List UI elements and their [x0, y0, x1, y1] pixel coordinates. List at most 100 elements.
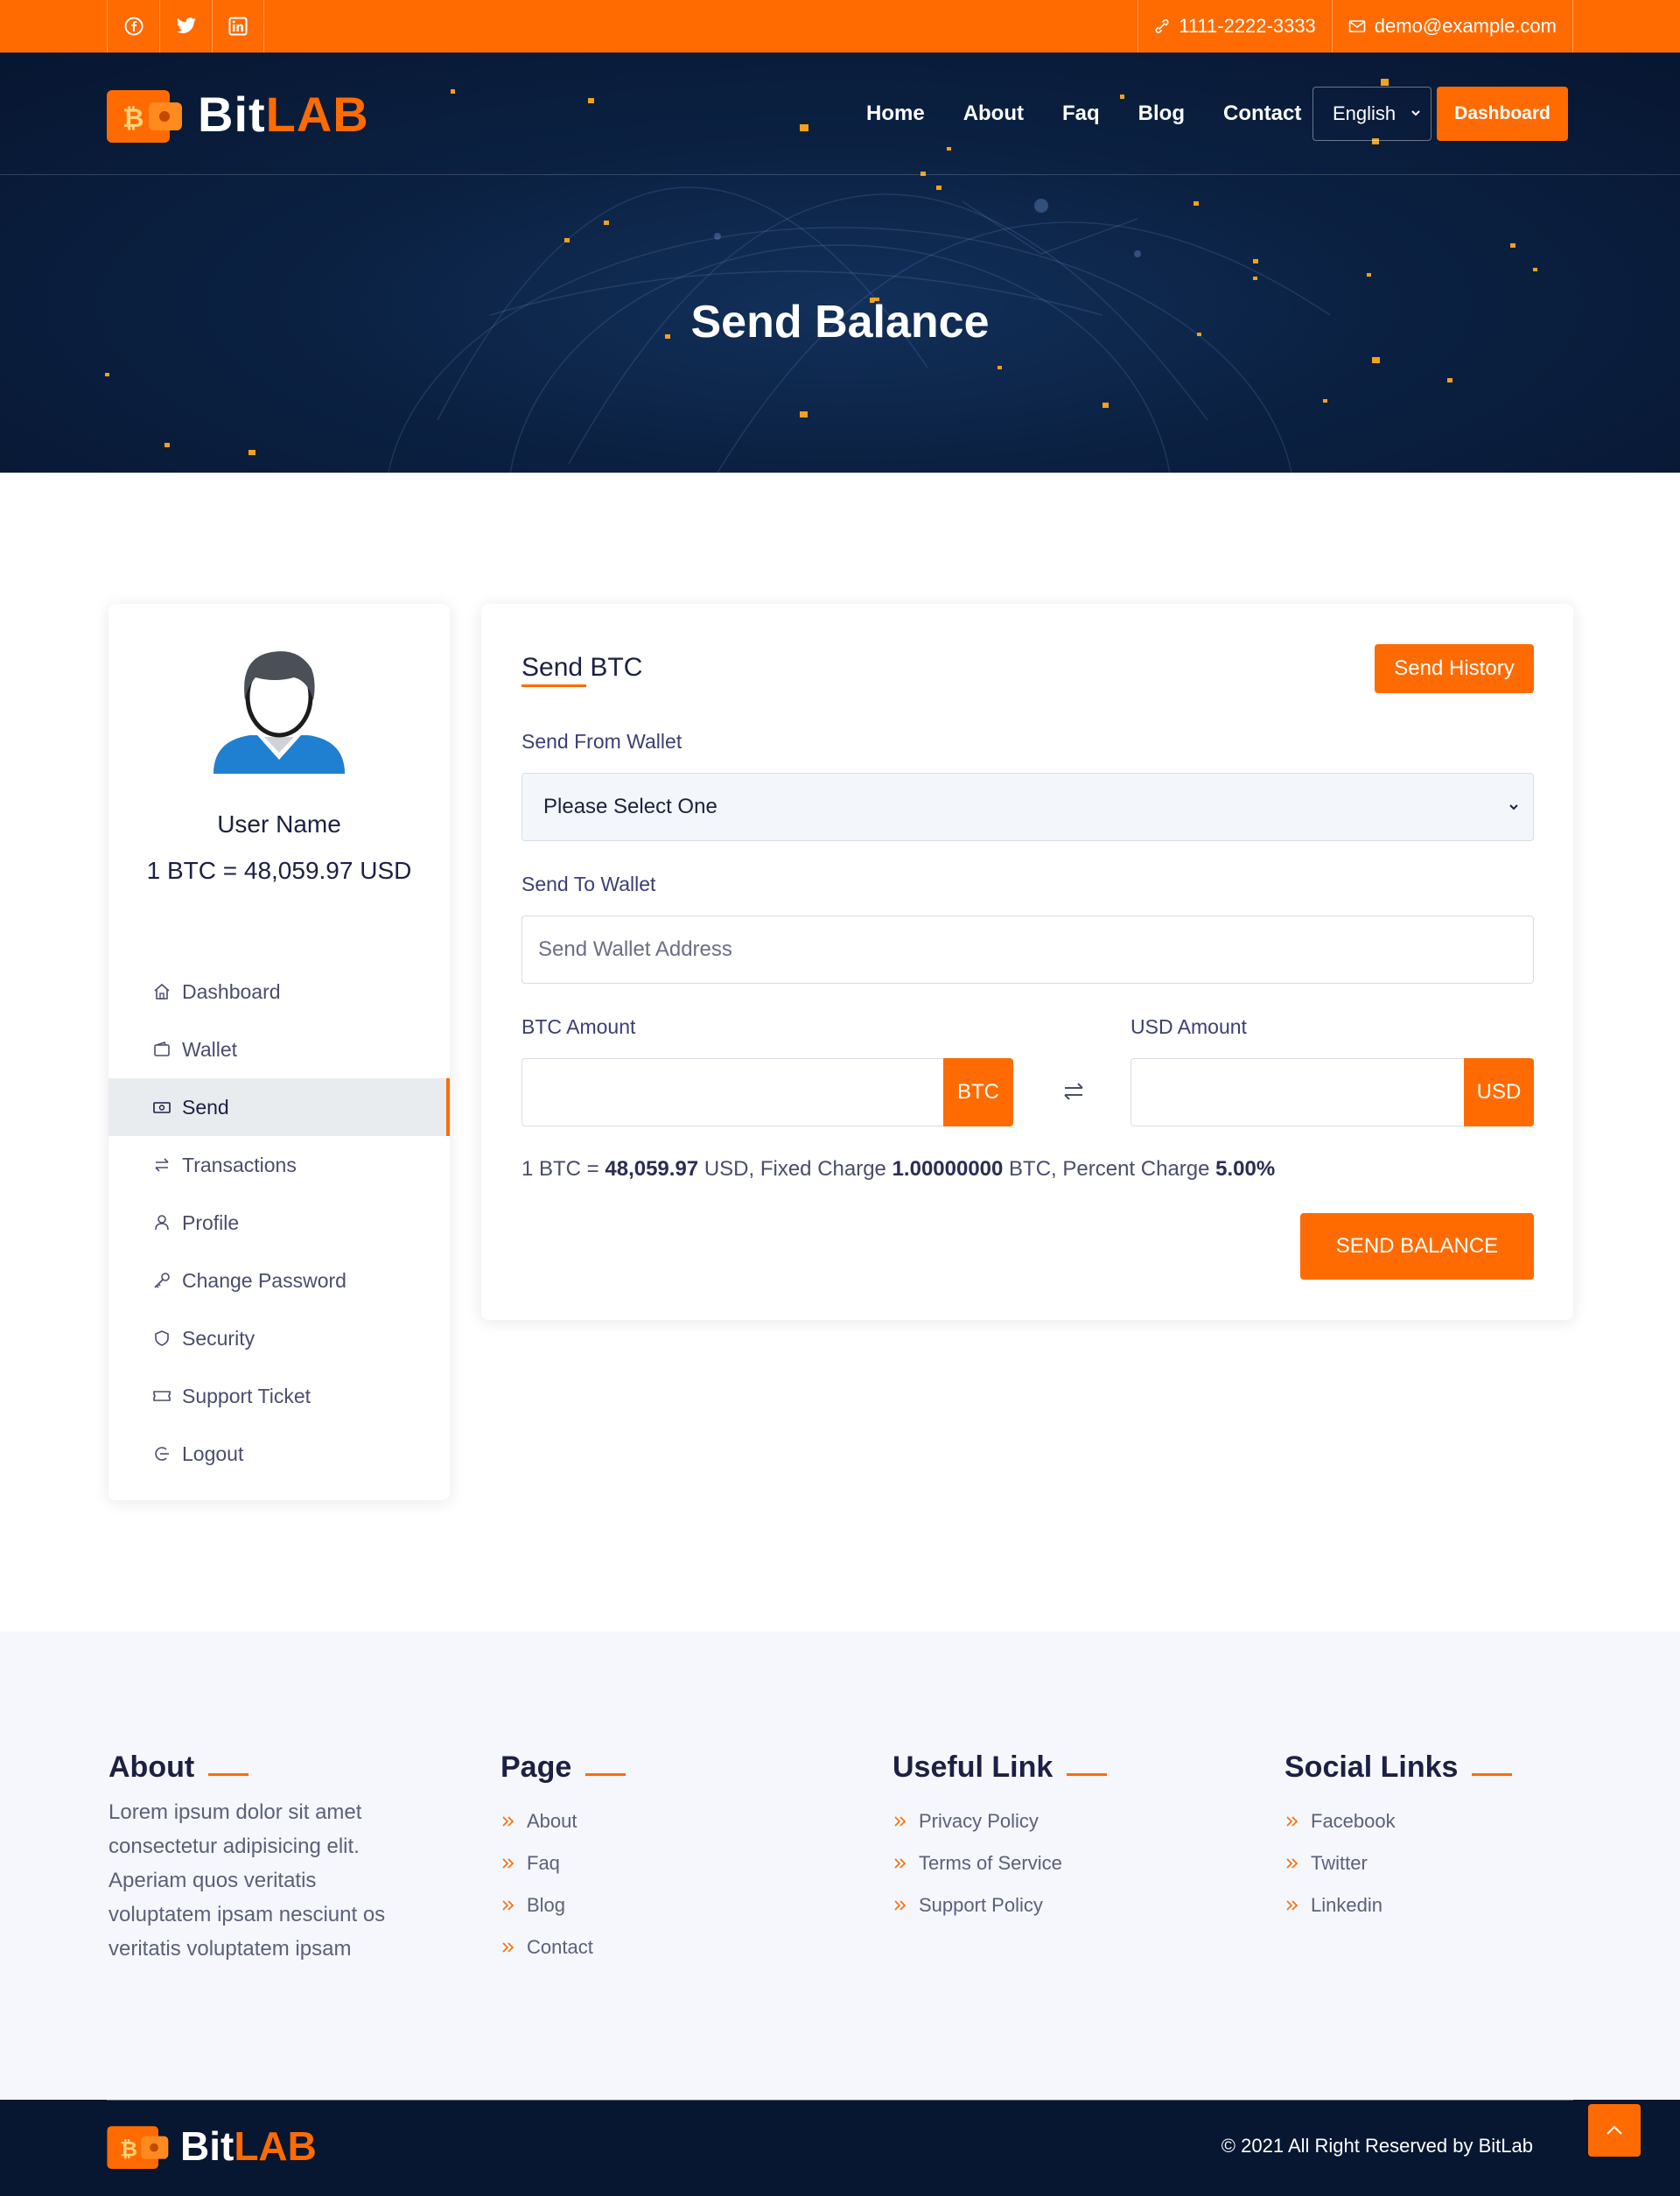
card-title: Send BTC [522, 653, 643, 682]
nav-menu: Home About Faq Blog Contact [866, 88, 1340, 140]
phone-link[interactable]: 1111-2222-3333 [1138, 0, 1332, 53]
charge-info-fixed: 1.00000000 [892, 1157, 1004, 1181]
charge-info: 1 BTC = 48,059.97 USD, Fixed Charge 1.00… [522, 1157, 1275, 1182]
btc-amount-group: BTC [522, 1058, 1013, 1126]
sidebar-item-label: Wallet [182, 1037, 238, 1061]
linkedin-link[interactable] [212, 0, 264, 53]
double-chevron-right-icon [502, 1900, 514, 1911]
send-history-button[interactable]: Send History [1375, 644, 1534, 693]
sidebar-item-security[interactable]: Security [108, 1309, 450, 1367]
footer-link-terms[interactable]: Terms of Service [892, 1842, 1107, 1884]
double-chevron-right-icon [502, 1816, 514, 1827]
email-address: demo@example.com [1374, 15, 1557, 37]
sidebar-item-change-password[interactable]: Change Password [108, 1252, 450, 1309]
brand-name-second: LAB [265, 87, 369, 142]
facebook-link[interactable] [107, 0, 159, 53]
footer-about-text: Lorem ipsum dolor sit amet consectetur a… [108, 1800, 386, 1961]
sidebar-item-transactions[interactable]: Transactions [108, 1136, 450, 1194]
nav-about[interactable]: About [963, 102, 1024, 126]
sidebar-item-label: Logout [182, 1442, 244, 1465]
sidebar-item-label: Transactions [182, 1153, 297, 1176]
nav-contact[interactable]: Contact [1223, 102, 1301, 126]
footer-page-list: About Faq Blog Contact [500, 1800, 626, 1968]
footer-page-title: Page [500, 1750, 626, 1785]
charge-info-mid1: USD, Fixed Charge [698, 1157, 892, 1181]
send-wallet-address-input[interactable] [522, 916, 1534, 984]
footer-about-title: About [108, 1750, 424, 1785]
usd-amount-label: USD Amount [1130, 1015, 1247, 1038]
nav-faq[interactable]: Faq [1062, 102, 1100, 126]
twitter-icon [176, 18, 196, 33]
send-to-label: Send To Wallet [522, 873, 656, 895]
email-link[interactable]: demo@example.com [1331, 0, 1573, 53]
hero-banner: ₿ BitLAB Home About Faq Blog Contact Eng… [0, 53, 1680, 473]
sidebar-item-profile[interactable]: Profile [108, 1194, 450, 1252]
footer-link-support-policy[interactable]: Support Policy [892, 1884, 1107, 1926]
footer-brand-logo[interactable]: ₿ BitLAB [107, 2122, 317, 2170]
bottom-bar: ₿ BitLAB © 2021 All Right Reserved by Bi… [0, 2100, 1680, 2196]
main-navbar: ₿ BitLAB Home About Faq Blog Contact Eng… [0, 53, 1680, 175]
double-chevron-right-icon [502, 1942, 514, 1953]
heading-dash [208, 1773, 249, 1776]
btc-amount-label: BTC Amount [522, 1015, 636, 1038]
footer-social-heading: Social Links [1284, 1750, 1459, 1784]
footer-link-label: Support Policy [919, 1894, 1043, 1916]
send-from-label: Send From Wallet [522, 730, 682, 753]
chevron-down-icon [1411, 110, 1420, 116]
btc-rate: 1 BTC = 48,059.97 USD [146, 857, 412, 884]
double-chevron-right-icon [502, 1858, 514, 1869]
wallet-bitcoin-logo-icon: ₿ [107, 89, 182, 143]
footer-link-label: Twitter [1311, 1852, 1368, 1874]
twitter-link[interactable] [159, 0, 212, 53]
swap-icon [155, 1158, 169, 1172]
top-bar: 1111-2222-3333 demo@example.com [0, 0, 1680, 53]
footer-link-privacy-policy[interactable]: Privacy Policy [892, 1800, 1107, 1842]
brand-logo[interactable]: ₿ BitLAB [107, 86, 369, 143]
footer-brand-name: BitLAB [180, 2122, 317, 2170]
footer-page-links: Page About Faq Blog Contact [500, 1750, 626, 1968]
phone-number: 1111-2222-3333 [1179, 15, 1316, 37]
nav-home[interactable]: Home [866, 102, 925, 126]
btc-amount-input[interactable] [522, 1058, 943, 1126]
sidebar-item-send[interactable]: Send [108, 1078, 450, 1136]
money-icon [153, 1102, 171, 1113]
send-balance-button[interactable]: SEND BALANCE [1300, 1213, 1534, 1280]
footer-link-label: About [527, 1810, 578, 1832]
sidebar-item-dashboard[interactable]: Dashboard [108, 963, 450, 1021]
user-name: User Name [217, 810, 341, 838]
footer-about-heading: About [108, 1750, 195, 1784]
topbar-contact: 1111-2222-3333 demo@example.com [1138, 0, 1573, 53]
scroll-to-top-button[interactable] [1588, 2104, 1641, 2157]
nav-blog[interactable]: Blog [1138, 102, 1185, 126]
sidebar-nav: Dashboard Wallet Send Transactions Profi… [108, 963, 450, 1483]
footer-link-contact[interactable]: Contact [500, 1926, 626, 1968]
sidebar-item-wallet[interactable]: Wallet [108, 1021, 450, 1078]
footer-link-about[interactable]: About [500, 1800, 626, 1842]
user-avatar-icon [214, 651, 345, 774]
footer-link-label: Facebook [1311, 1810, 1396, 1832]
sidebar-item-label: Support Ticket [182, 1384, 312, 1407]
footer-link-facebook[interactable]: Facebook [1284, 1800, 1512, 1842]
sidebar-item-support-ticket[interactable]: Support Ticket [108, 1367, 450, 1425]
footer-link-faq[interactable]: Faq [500, 1842, 626, 1884]
double-chevron-right-icon [894, 1900, 906, 1911]
footer-useful-title: Useful Link [892, 1750, 1108, 1785]
sidebar-item-logout[interactable]: Logout [108, 1425, 450, 1483]
footer-link-twitter[interactable]: Twitter [1284, 1842, 1512, 1884]
language-select[interactable]: English [1312, 87, 1432, 141]
sidebar-item-label: Dashboard [182, 979, 281, 1003]
footer-link-label: Blog [527, 1894, 566, 1916]
footer-link-blog[interactable]: Blog [500, 1884, 626, 1926]
charge-info-prefix: 1 BTC = [522, 1157, 606, 1181]
svg-text:₿: ₿ [120, 2136, 137, 2161]
sidebar-item-label: Change Password [182, 1268, 346, 1292]
heading-dash [1067, 1773, 1108, 1776]
footer-link-linkedin[interactable]: Linkedin [1284, 1884, 1512, 1926]
double-chevron-right-icon [1286, 1816, 1298, 1827]
double-chevron-right-icon [894, 1816, 906, 1827]
dashboard-button[interactable]: Dashboard [1437, 87, 1568, 141]
usd-amount-input[interactable] [1130, 1058, 1464, 1126]
send-from-wallet-select[interactable]: Please Select One [522, 773, 1534, 841]
bottom-divider [107, 2100, 1573, 2101]
mail-icon [1348, 20, 1366, 32]
